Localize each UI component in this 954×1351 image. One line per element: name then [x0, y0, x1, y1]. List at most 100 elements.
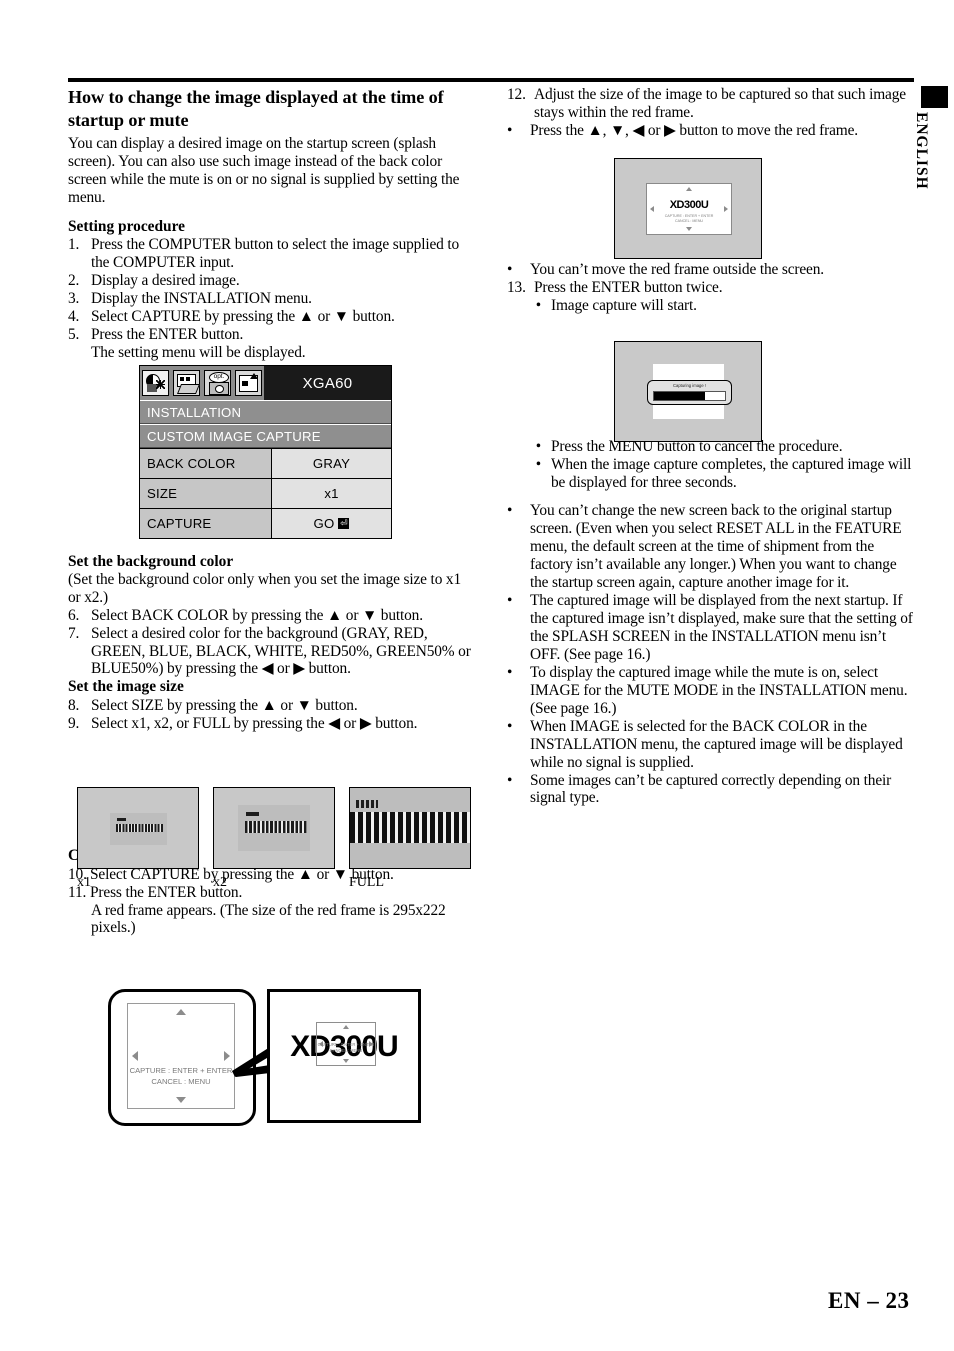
list-item: 4. Select CAPTURE by pressing the ▲ or ▼ … — [68, 308, 472, 326]
step-text: Select a desired color for the backgroun… — [91, 624, 471, 678]
note-text: Some images can’t be captured correctly … — [530, 771, 892, 807]
osd-row-value: GO ⏎ — [272, 509, 391, 538]
osd-row-label: CAPTURE — [140, 509, 272, 538]
list-item: • Some images can’t be captured correctly… — [507, 772, 914, 808]
left-arrow-icon — [132, 1051, 138, 1061]
osd-section-title: INSTALLATION — [140, 400, 391, 424]
screen-preview — [213, 787, 335, 869]
list-item: • The captured image will be displayed fr… — [507, 592, 914, 664]
capture-hint: CAPTURE : ENTER + ENTER CANCEL : MENU — [128, 1065, 234, 1087]
up-arrow-icon — [343, 1025, 349, 1029]
osd-sub-title: CUSTOM IMAGE CAPTURE — [140, 424, 391, 448]
capture-hint-line2: CANCEL : MENU — [674, 219, 704, 224]
down-arrow-icon — [686, 227, 692, 231]
list-item: 3. Display the INSTALLATION menu. — [68, 290, 472, 308]
step-continuation: A red frame appears. (The size of the re… — [91, 901, 446, 937]
step-text: Press the COMPUTER button to select the … — [91, 236, 460, 271]
step-text: Adjust the size of the image to be captu… — [534, 86, 906, 121]
screen-text: XD300U — [669, 199, 709, 211]
list-item: 1. Press the COMPUTER button to select th… — [68, 236, 472, 272]
language-tab-label: ENGLISH — [913, 112, 930, 190]
bullet-marker: • — [507, 121, 513, 139]
list-item: • You can’t change the new screen back to… — [507, 502, 914, 592]
background-color-note: (Set the background color only when you … — [68, 570, 462, 606]
note-text: The captured image will be displayed fro… — [530, 592, 913, 663]
bullet-marker: • — [507, 592, 513, 610]
bullet-marker: • — [535, 296, 541, 314]
osd-row-back-color[interactable]: BACK COLOR GRAY — [140, 448, 391, 478]
language-tab-marker — [921, 86, 948, 108]
list-item: 8. Select SIZE by pressing the ▲ or ▼ but… — [68, 697, 472, 715]
red-frame-move-figure: XD300U CAPTURE : ENTER + ENTER CANCEL : … — [614, 158, 762, 259]
osd-tab-feature[interactable] — [235, 369, 262, 396]
bullet-marker: • — [507, 771, 513, 789]
list-item: 7. Select a desired color for the backgro… — [68, 625, 472, 679]
size-example-full: FULL — [349, 787, 471, 891]
red-frame-box: CAPTURE : ENTER + ENTER CANCEL : MENU — [316, 1022, 376, 1066]
step-text: Select BACK COLOR by pressing the ▲ or ▼… — [91, 606, 423, 624]
step-number: 3. — [68, 289, 80, 307]
progress-dialog: Capturing image ! — [647, 380, 732, 405]
size-example-caption: x1 — [77, 875, 91, 890]
screen-preview — [77, 787, 199, 869]
step-text: Display a desired image. — [91, 271, 240, 289]
bullet-marker: • — [507, 717, 513, 735]
red-frame-box: XD300U CAPTURE : ENTER + ENTER CANCEL : … — [646, 183, 732, 235]
osd-row-capture[interactable]: CAPTURE GO ⏎ — [140, 508, 391, 538]
capture-hint-line2: CANCEL : MENU — [151, 1077, 211, 1086]
osd-header: opt. XGA60 — [140, 366, 391, 400]
bullet-marker: • — [507, 502, 513, 520]
osd-signal-label: XGA60 — [264, 366, 391, 400]
step-number: 1. — [68, 236, 80, 254]
background-color-heading: Set the background color — [68, 552, 234, 570]
step-number: 13. — [507, 278, 526, 296]
step-number: 8. — [68, 696, 80, 714]
list-item: • Image capture will start. — [507, 297, 914, 315]
capture-hint-line1: CAPTURE : ENTER + ENTER — [317, 1042, 375, 1047]
bullet-marker: • — [507, 663, 513, 681]
step-text: Press the ENTER button. — [91, 325, 244, 343]
osd-tab-installation[interactable] — [173, 369, 201, 396]
bullet-marker: • — [535, 437, 541, 455]
step-text: Display the INSTALLATION menu. — [91, 289, 312, 307]
osd-tab-strip: opt. — [140, 366, 264, 400]
document-page: ENGLISH How to change the image displaye… — [0, 0, 954, 1351]
osd-menu-figure: opt. XGA60 INSTALLATION CUSTOM IMAGE CAP… — [139, 365, 392, 539]
setting-procedure-heading: Setting procedure — [68, 217, 185, 235]
up-arrow-icon — [686, 187, 692, 191]
size-example-x2: x2 — [213, 787, 335, 891]
osd-row-label: BACK COLOR — [140, 449, 272, 478]
enter-key-icon: ⏎ — [338, 518, 350, 529]
list-item: • Press the ▲, ▼, ◀ or ▶ button to move t… — [507, 122, 914, 140]
osd-capture-go-label: GO — [313, 516, 335, 531]
page-number: EN – 23 — [828, 1288, 910, 1313]
step-number: 4. — [68, 307, 80, 325]
intro-paragraph: You can display a desired image on the s… — [68, 135, 460, 206]
list-item: 13. Press the ENTER button twice. — [507, 279, 914, 297]
red-frame-inner-screen: CAPTURE : ENTER + ENTER CANCEL : MENU — [127, 1003, 235, 1109]
note-text: To display the captured image while the … — [530, 663, 908, 717]
osd-row-label: SIZE — [140, 479, 272, 508]
osd-row-value: GRAY — [272, 449, 391, 478]
top-rule — [68, 78, 914, 82]
list-item: • You can’t move the red frame outside th… — [507, 261, 914, 279]
step-text: You can’t move the red frame outside the… — [530, 260, 824, 278]
osd-tab-option[interactable]: opt. — [204, 369, 231, 396]
osd-tab-image-adjust[interactable] — [142, 369, 169, 396]
sparkle-icon — [156, 379, 165, 389]
right-arrow-icon — [224, 1051, 230, 1061]
projected-screen-figure: XD300U CAPTURE : ENTER + ENTER CANCEL : … — [267, 989, 421, 1123]
list-item: 6. Select BACK COLOR by pressing the ▲ or… — [68, 607, 472, 625]
size-example-caption: FULL — [349, 875, 384, 890]
step-number: 6. — [68, 606, 80, 624]
list-item: • When IMAGE is selected for the BACK COL… — [507, 718, 914, 772]
capture-hint-line2: CANCEL : MENU — [329, 1047, 363, 1053]
red-frame-figure: CAPTURE : ENTER + ENTER CANCEL : MENU XD… — [108, 989, 421, 1129]
osd-row-size[interactable]: SIZE x1 — [140, 478, 391, 508]
screen-preview — [349, 787, 471, 869]
osd-row-value: x1 — [272, 479, 391, 508]
page-title: How to change the image displayed at the… — [68, 87, 444, 130]
note-text: When IMAGE is selected for the BACK COLO… — [530, 717, 903, 771]
step-continuation: The setting menu will be displayed. — [91, 343, 306, 361]
step-number: 2. — [68, 271, 80, 289]
